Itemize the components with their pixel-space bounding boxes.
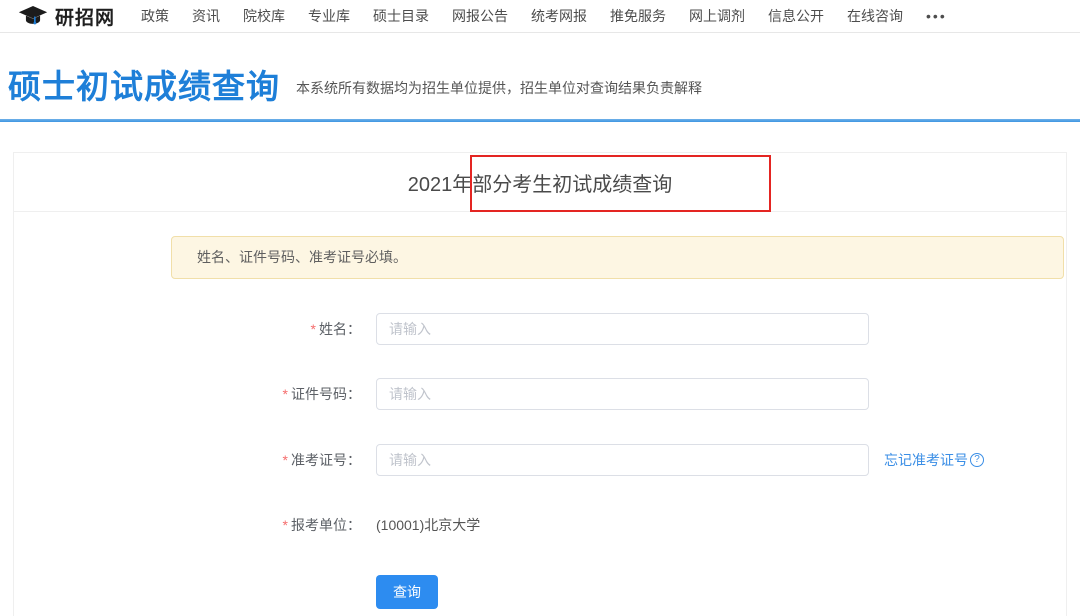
nav-item-master-catalog[interactable]: 硕士目录 [373,6,429,26]
required-asterisk: * [283,452,288,468]
page-title: 硕士初试成绩查询 [8,70,280,103]
id-number-label-text: 证件号码： [291,386,361,402]
form-row-submit: 查询 [14,575,1066,607]
id-number-label: *证件号码： [14,378,361,410]
name-label-text: 姓名： [319,321,361,337]
nav-item-online-report-notice[interactable]: 网报公告 [452,6,508,26]
card-header: 2021年部分考生初试成绩查询 [14,153,1066,212]
nav-links: 政策 资讯 院校库 专业库 硕士目录 网报公告 统考网报 推免服务 网上调剂 信… [141,6,970,26]
nav-item-news[interactable]: 资讯 [192,6,220,26]
nav-item-major-library[interactable]: 专业库 [308,6,350,26]
ticket-number-label-text: 准考证号： [291,452,361,468]
nav-item-online-adjustment[interactable]: 网上调剂 [689,6,745,26]
page-subtitle: 本系统所有数据均为招生单位提供，招生单位对查询结果负责解释 [296,78,702,103]
required-asterisk: * [283,517,288,533]
required-asterisk: * [283,386,288,402]
nav-item-college-library[interactable]: 院校库 [243,6,285,26]
query-submit-button[interactable]: 查询 [376,575,438,609]
page-header: 硕士初试成绩查询 本系统所有数据均为招生单位提供，招生单位对查询结果负责解释 [0,33,1080,119]
form-row-id-number: *证件号码： [14,378,1066,410]
ticket-number-input[interactable] [376,444,869,476]
help-question-icon: ? [970,453,984,467]
nav-item-unified-exam-report[interactable]: 统考网报 [531,6,587,26]
forgot-ticket-link[interactable]: 忘记准考证号? [884,444,984,476]
score-query-card: 2021年部分考生初试成绩查询 姓名、证件号码、准考证号必填。 *姓名： *证件… [13,152,1067,616]
target-unit-label-text: 报考单位： [291,517,361,533]
ticket-number-label: *准考证号： [14,444,361,476]
forgot-ticket-link-text: 忘记准考证号 [884,444,968,476]
card-title: 2021年部分考生初试成绩查询 [408,168,673,197]
logo-text: 研招网 [55,3,115,30]
name-label: *姓名： [14,313,361,345]
target-unit-label: *报考单位： [14,509,361,541]
nav-item-info-disclosure[interactable]: 信息公开 [768,6,824,26]
name-input[interactable] [376,313,869,345]
top-navbar: 研招网 政策 资讯 院校库 专业库 硕士目录 网报公告 统考网报 推免服务 网上… [0,0,1080,33]
nav-item-policy[interactable]: 政策 [141,6,169,26]
id-number-input[interactable] [376,378,869,410]
site-logo[interactable]: 研招网 [18,3,115,30]
graduation-cap-icon [18,5,48,27]
nav-item-online-consult[interactable]: 在线咨询 [847,6,903,26]
form-row-name: *姓名： [14,313,1066,345]
nav-more-button[interactable]: ••• [926,8,947,24]
form-row-ticket-number: *准考证号： 忘记准考证号? [14,444,1066,476]
form-row-target-unit: *报考单位： (10001)北京大学 [14,509,1066,541]
page: 研招网 政策 资讯 院校库 专业库 硕士目录 网报公告 统考网报 推免服务 网上… [0,0,1080,616]
blue-divider [0,119,1080,122]
required-asterisk: * [311,321,316,337]
required-fields-notice: 姓名、证件号码、准考证号必填。 [171,236,1064,279]
target-unit-value: (10001)北京大学 [376,509,480,541]
nav-item-exempt-service[interactable]: 推免服务 [610,6,666,26]
